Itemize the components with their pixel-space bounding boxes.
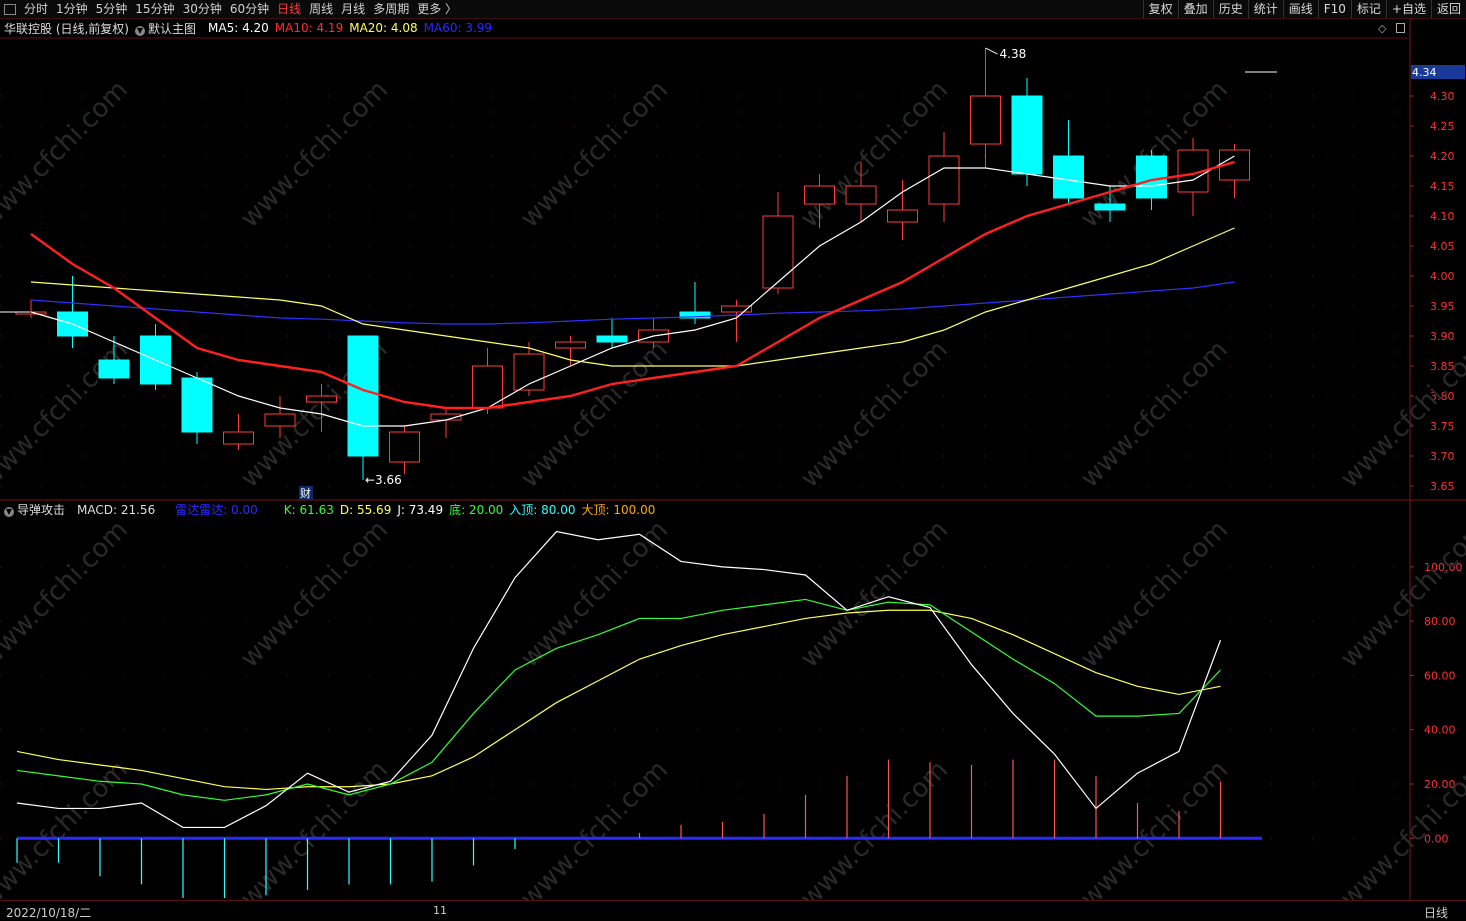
price-tick-label: 4.20 (1430, 150, 1455, 163)
candle (472, 348, 503, 414)
price-tick-label: 4.30 (1430, 90, 1455, 103)
price-tick-label: 4.05 (1430, 240, 1455, 253)
candle (430, 408, 462, 438)
candle-body (181, 377, 213, 433)
candle-body (1094, 203, 1126, 211)
candle (223, 414, 254, 450)
price-tick-label: 4.15 (1430, 180, 1455, 193)
candle (887, 180, 918, 240)
candle-body (762, 215, 794, 289)
d-line (16, 609, 1221, 791)
osc-tick-label: 60.00 (1424, 669, 1456, 682)
candle (513, 342, 545, 396)
watermark-text: www.cfchi.com (0, 515, 134, 674)
price-tick-label: 4.10 (1430, 210, 1455, 223)
candle (1053, 120, 1084, 204)
candle-body (555, 341, 586, 349)
candle (596, 318, 628, 348)
candle (1219, 144, 1250, 198)
watermark-text: www.cfchi.com (235, 515, 394, 674)
watermark-text: www.cfchi.com (1075, 515, 1234, 674)
date-label: 2022/10/18/二 (6, 906, 92, 920)
high-label: 4.38 (1000, 47, 1027, 61)
candle (347, 335, 379, 480)
month-mark: 11 (433, 904, 447, 917)
fin-marker: 财 (300, 486, 311, 500)
candle-body (970, 95, 1001, 145)
price-tick-label: 3.70 (1430, 450, 1455, 463)
last-price-label: 4.34 (1412, 66, 1437, 79)
k-line (16, 598, 1221, 801)
candle-body (1053, 155, 1084, 199)
candle-body (1136, 155, 1167, 199)
candle-body (389, 431, 420, 463)
candle-body (845, 185, 877, 205)
osc-tick-label: 40.00 (1424, 724, 1456, 737)
candle (57, 276, 88, 348)
candle-body (306, 395, 337, 403)
watermark-text: www.cfchi.com (0, 75, 134, 234)
watermark-text: www.cfchi.com (1335, 335, 1466, 494)
candle-body (347, 335, 379, 457)
osc-tick-label: 80.00 (1424, 615, 1456, 628)
candle (1011, 78, 1043, 186)
ma60-line (30, 281, 1235, 325)
watermark-text: www.cfchi.com (235, 755, 394, 914)
candle-body (264, 413, 296, 427)
watermark-text: www.cfchi.com (795, 515, 954, 674)
kline-chart[interactable]: 4.304.254.204.154.104.054.003.953.903.85… (0, 0, 1466, 920)
watermark-text: www.cfchi.com (235, 75, 394, 234)
watermark-text: www.cfchi.com (1075, 755, 1234, 914)
ma20-line (30, 227, 1235, 367)
price-tick-label: 3.65 (1430, 480, 1455, 493)
candle (970, 48, 1001, 168)
watermark-text: www.cfchi.com (795, 75, 954, 234)
watermark-text: www.cfchi.com (795, 335, 954, 494)
time-axis: 2022/10/18/二 11 日线 (0, 900, 1466, 921)
candle (140, 324, 171, 390)
watermark-text: www.cfchi.com (515, 75, 674, 234)
period-label: 日线 (1424, 906, 1449, 920)
candle (389, 426, 420, 474)
price-tick-label: 4.25 (1430, 120, 1455, 133)
candle (1177, 138, 1209, 216)
watermark-text: www.cfchi.com (515, 755, 674, 914)
candle-body (596, 335, 628, 343)
watermark-text: www.cfchi.com (1075, 335, 1234, 494)
watermark-text: www.cfchi.com (1335, 515, 1466, 674)
candle-body (928, 155, 960, 205)
candle-body (98, 359, 130, 379)
candle (762, 192, 794, 294)
price-tick-label: 3.95 (1430, 300, 1455, 313)
candle-body (1011, 95, 1043, 175)
candle (928, 132, 960, 222)
watermark-text: www.cfchi.com (0, 755, 134, 914)
candle-body (223, 431, 254, 445)
price-tick-label: 3.90 (1430, 330, 1455, 343)
candle-body (804, 185, 835, 205)
price-tick-label: 3.75 (1430, 420, 1455, 433)
candle-body (887, 209, 918, 223)
price-tick-label: 4.00 (1430, 270, 1455, 283)
low-label: ←3.66 (365, 473, 402, 487)
high-pointer (985, 47, 998, 55)
